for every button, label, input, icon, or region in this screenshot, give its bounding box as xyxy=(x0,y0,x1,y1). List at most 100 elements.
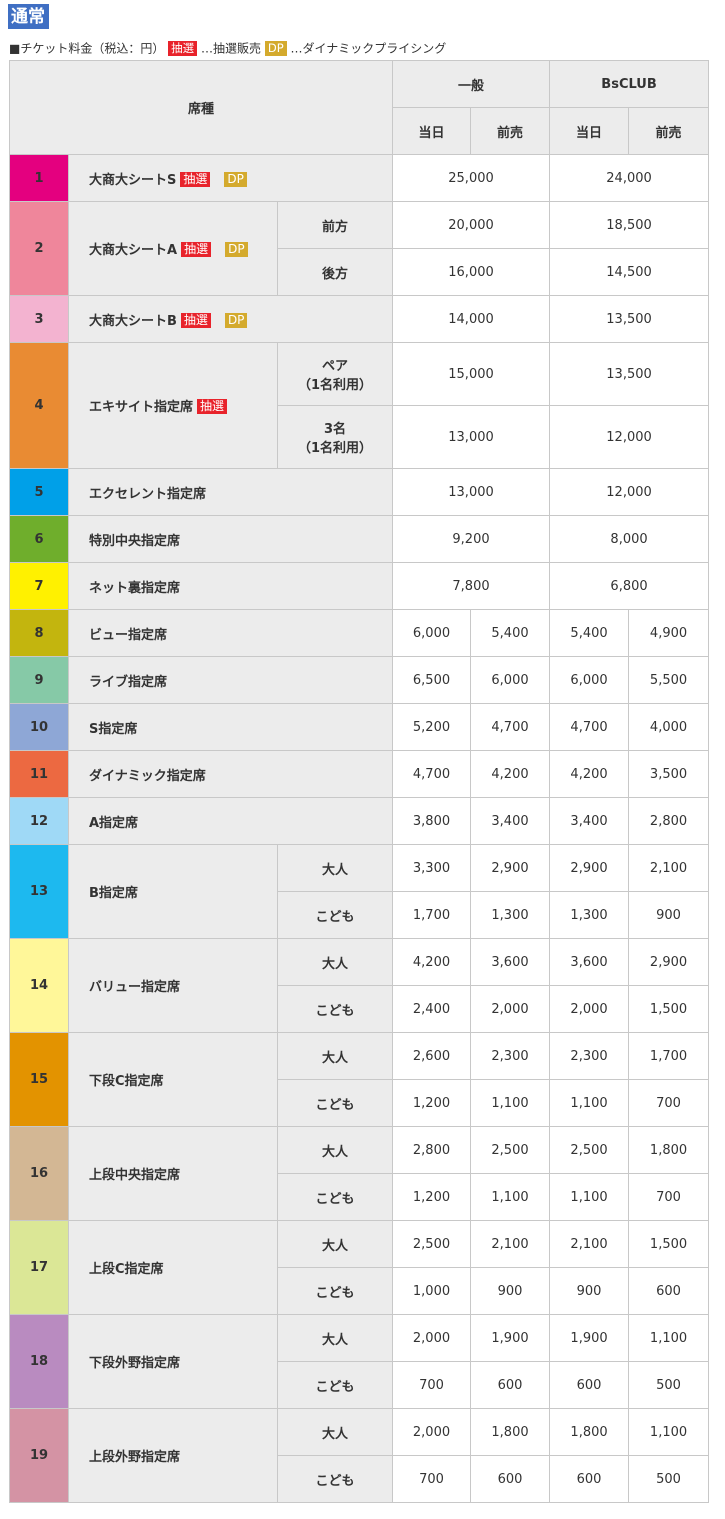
seat-name: 上段外野指定席 xyxy=(89,1450,181,1465)
seat-name-cell: 大商大シートA 抽選 DP xyxy=(68,201,278,296)
price-general-advance: 1,800 xyxy=(470,1408,551,1456)
seat-name-cell: ライブ指定席 xyxy=(67,656,394,704)
lottery-badge: 抽選 xyxy=(181,242,212,257)
price-bsclub-same-day: 3,400 xyxy=(549,797,630,845)
price-bsclub-advance: 1,700 xyxy=(628,1032,710,1080)
price-general-same-day: 2,000 xyxy=(392,1408,472,1456)
legend-lottery-text: …抽選販売 xyxy=(201,41,262,56)
seat-number: 12 xyxy=(9,797,69,845)
price-bsclub: 14,500 xyxy=(549,248,710,296)
price-general: 15,000 xyxy=(392,342,551,406)
seat-number: 1 xyxy=(9,154,69,202)
seat-name: ダイナミック指定席 xyxy=(89,768,206,784)
price-general-advance: 1,100 xyxy=(470,1079,551,1127)
sub-category: こども xyxy=(276,1173,394,1221)
table-row: 10 S指定席 5,200 4,700 4,700 4,000 xyxy=(9,703,710,751)
price-bsclub-advance: 500 xyxy=(628,1361,710,1409)
price-bsclub: 6,800 xyxy=(549,562,710,610)
price-bsclub-advance: 1,800 xyxy=(628,1126,710,1174)
price-bsclub-advance: 1,500 xyxy=(628,1220,710,1268)
seat-name-cell: 上段中央指定席 xyxy=(68,1126,278,1221)
price-bsclub-advance: 700 xyxy=(628,1079,710,1127)
seat-name: S指定席 xyxy=(89,721,138,737)
price-general-same-day: 4,700 xyxy=(392,750,472,798)
seat-name-cell: バリュー指定席 xyxy=(68,938,278,1033)
seat-name-cell: 上段C指定席 xyxy=(68,1220,278,1315)
sub-category: こども xyxy=(276,1361,394,1409)
sub-category: こども xyxy=(276,1455,394,1503)
sub-category: こども xyxy=(276,1079,394,1127)
header-general-same-day: 当日 xyxy=(392,107,472,155)
sub-category: 大人 xyxy=(276,1032,394,1080)
seat-number: 16 xyxy=(9,1126,69,1221)
price-table: 席種 一般 BsCLUB 当日 前売 当日 前売 1 大商大シートS 抽選 DP 25,… xyxy=(8,60,710,1503)
price-general-same-day: 6,000 xyxy=(392,609,472,657)
seat-name-cell: 下段C指定席 xyxy=(68,1032,278,1127)
header-bsclub-advance: 前売 xyxy=(628,107,710,155)
sub-category: 大人 xyxy=(276,1126,394,1174)
table-row: 13 B指定席 大人 3,300 2,900 2,900 2,100 xyxy=(9,844,710,939)
table-row: 5 エクセレント指定席 13,000 12,000 xyxy=(9,468,710,516)
seat-name-cell: 大商大シートB 抽選 DP xyxy=(67,295,394,343)
seat-name: 大商大シートA xyxy=(89,243,178,258)
seat-name-cell: S指定席 xyxy=(67,703,394,751)
price-general-same-day: 6,500 xyxy=(392,656,472,704)
price-bsclub-advance: 700 xyxy=(628,1173,710,1221)
price-bsclub-advance: 4,000 xyxy=(628,703,710,751)
price-general-same-day: 2,000 xyxy=(392,1314,472,1362)
price-general-advance: 4,700 xyxy=(470,703,551,751)
price-bsclub-advance: 2,900 xyxy=(628,938,710,986)
price-general-advance: 1,100 xyxy=(470,1173,551,1221)
legend-dp-text: …ダイナミックプライシング xyxy=(290,41,447,56)
seat-name: 大商大シートB xyxy=(89,313,177,329)
legend-prefix: ■チケット料金（税込：円） xyxy=(9,41,165,56)
seat-number: 9 xyxy=(9,656,69,704)
price-general-same-day: 2,600 xyxy=(392,1032,472,1080)
price-bsclub-same-day: 4,200 xyxy=(549,750,630,798)
seat-name: エキサイト指定席 xyxy=(89,400,194,415)
lottery-badge: 抽選 xyxy=(180,312,211,328)
table-row: 8 ビュー指定席 6,000 5,400 5,400 4,900 xyxy=(9,609,710,657)
price-bsclub: 8,000 xyxy=(549,515,710,563)
table-row: 18 下段外野指定席 大人 2,000 1,900 1,900 1,100 xyxy=(9,1314,710,1409)
price-general-same-day: 2,500 xyxy=(392,1220,472,1268)
header-seat-type: 席種 xyxy=(8,60,394,155)
seat-name: ライブ指定席 xyxy=(89,674,168,690)
seat-number: 17 xyxy=(9,1220,69,1315)
table-row: 12 A指定席 3,800 3,400 3,400 2,800 xyxy=(9,797,710,845)
seat-name-cell: ネット裏指定席 xyxy=(67,562,394,610)
sub-category: 前方 xyxy=(276,201,394,249)
price-general-same-day: 700 xyxy=(392,1455,472,1503)
seat-name: ビュー指定席 xyxy=(89,627,168,643)
price-bsclub-same-day: 600 xyxy=(549,1361,630,1409)
price-bsclub-advance: 1,100 xyxy=(628,1314,710,1362)
sub-category: 大人 xyxy=(276,1314,394,1362)
header-general: 一般 xyxy=(392,60,551,108)
section-header: 通常 xyxy=(0,0,725,34)
price-general: 13,000 xyxy=(392,405,551,469)
legend-dp-badge: DP xyxy=(264,41,287,56)
legend: ■チケット料金（税込：円） 抽選 …抽選販売 DP …ダイナミックプライシング xyxy=(0,34,725,58)
seat-number: 15 xyxy=(9,1032,69,1127)
price-general-advance: 2,300 xyxy=(470,1032,551,1080)
header-row-1: 席種 一般 BsCLUB xyxy=(8,60,710,155)
ticket-price-section: 通常 ■チケット料金（税込：円） 抽選 …抽選販売 DP …ダイナミックプライシ… xyxy=(0,0,725,1503)
seat-name: ネット裏指定席 xyxy=(89,580,181,596)
table-row: 11 ダイナミック指定席 4,700 4,200 4,200 3,500 xyxy=(9,750,710,798)
seat-number: 6 xyxy=(9,515,69,563)
price-bsclub-same-day: 2,100 xyxy=(549,1220,630,1268)
price-general-advance: 900 xyxy=(470,1267,551,1315)
price-general-advance: 3,400 xyxy=(470,797,551,845)
seat-number: 2 xyxy=(9,201,69,296)
seat-name: 下段C指定席 xyxy=(89,1074,164,1089)
price-general-same-day: 1,200 xyxy=(392,1079,472,1127)
seat-number: 13 xyxy=(9,844,69,939)
price-bsclub-same-day: 4,700 xyxy=(549,703,630,751)
table-row: 19 上段外野指定席 大人 2,000 1,800 1,800 1,100 xyxy=(9,1408,710,1503)
price-bsclub-advance: 5,500 xyxy=(628,656,710,704)
price-bsclub: 24,000 xyxy=(549,154,710,202)
price-general-advance: 2,900 xyxy=(470,844,551,892)
sub-category: 後方 xyxy=(276,248,394,296)
price-bsclub-advance: 900 xyxy=(628,891,710,939)
price-general: 20,000 xyxy=(392,201,551,249)
